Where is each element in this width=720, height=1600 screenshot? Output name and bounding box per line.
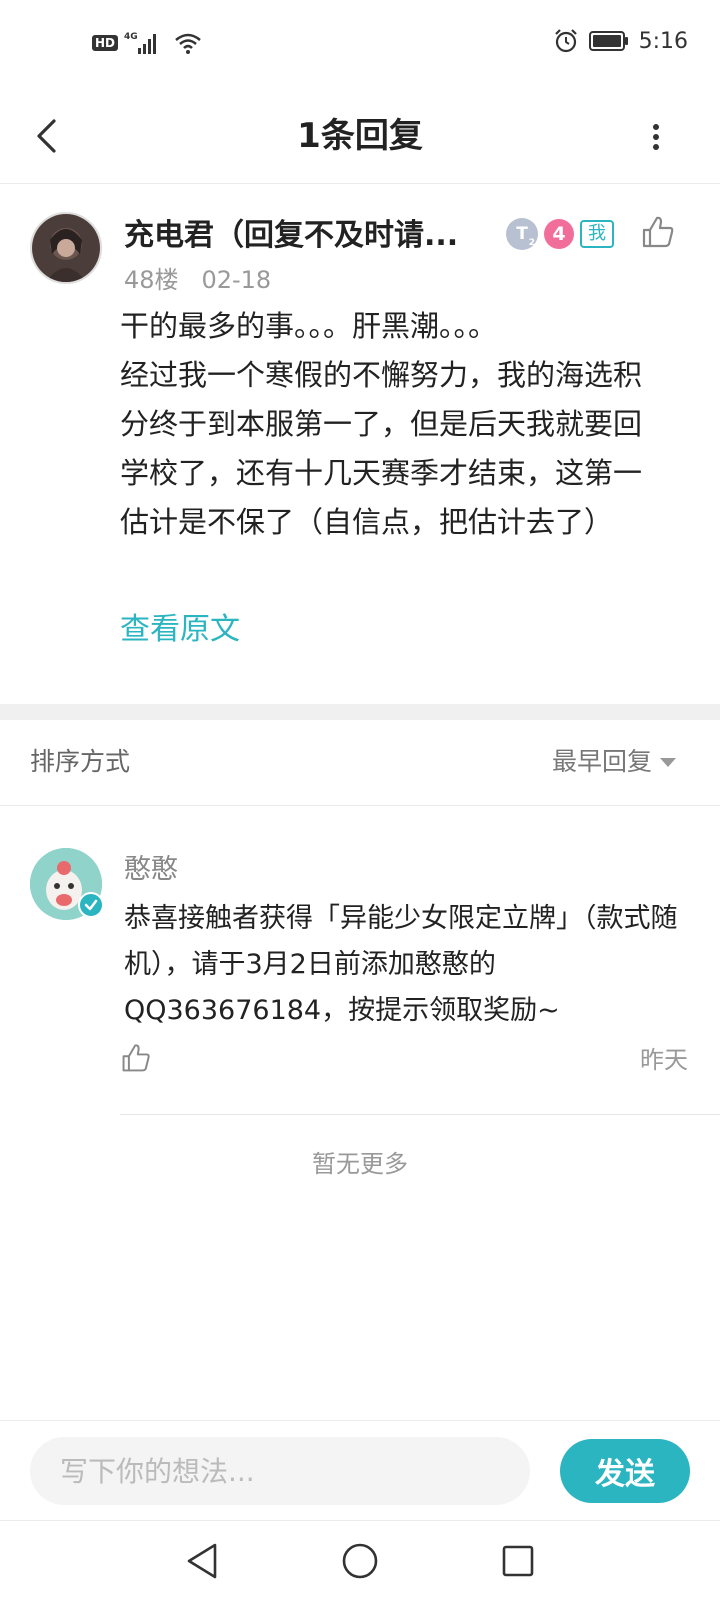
status-time: 5:16 [638,28,688,54]
post-body: 干的最多的事。。。肝黑潮。。。 经过我一个寒假的不懈努力，我的海选积分终于到本服… [120,302,670,547]
post-author-name[interactable]: 充电君（回复不及时请... [124,214,458,258]
me-badge: 我 [580,220,614,248]
thumbs-up-icon [642,216,674,248]
system-home-button[interactable] [336,1537,384,1585]
system-recents-button[interactable] [494,1537,542,1585]
signal-icon: 4G [124,32,157,54]
wifi-icon [175,33,201,54]
nav-bar: 1条回复 [0,88,720,184]
status-right: 5:16 [553,28,688,54]
comment-composer: 发送 [0,1420,720,1520]
svg-text:4G: 4G [124,32,138,42]
user-badges: T 2 4 我 [506,218,614,250]
sort-label: 排序方式 [30,747,131,776]
reply-item: 憨憨 恭喜接触者获得「异能少女限定立牌」（款式随机），请于3月2日前添加憨憨的Q… [0,806,720,1116]
triangle-back-icon [187,1543,217,1579]
level-badge: 4 [544,219,574,249]
sort-selected-value: 最早回复 [551,747,652,776]
post-date: 02-18 [201,266,272,294]
reply-timestamp: 昨天 [640,1046,688,1074]
comment-input[interactable] [30,1437,530,1505]
avatar[interactable] [30,212,102,284]
square-recents-icon [502,1545,534,1577]
hd-icon: HD [92,35,119,51]
reply-divider [120,1114,720,1115]
no-more-text: 暂无更多 [312,1150,408,1178]
title-badge-letter: T [516,224,528,244]
send-button[interactable]: 发送 [560,1439,690,1503]
post-meta: 48楼 02-18 [124,262,271,298]
view-original-link[interactable]: 查看原文 [120,608,240,652]
verified-icon [78,892,104,918]
post-like-button[interactable] [640,214,680,254]
alarm-icon [554,29,577,53]
original-post: 充电君（回复不及时请... T 2 4 我 48楼 02-18 干的最多的事。。… [0,184,720,704]
more-vertical-icon [653,124,659,150]
user-avatar-image [32,214,100,282]
more-button[interactable] [636,112,676,162]
status-left: HD 4G [92,30,202,56]
reply-body: 恭喜接触者获得「异能少女限定立牌」（款式随机），请于3月2日前添加憨憨的QQ36… [124,903,678,1026]
sort-bar: 排序方式 最早回复 [0,720,720,806]
battery-icon [588,31,628,51]
post-body-line: 干的最多的事。。。肝黑潮。。。 [120,309,498,343]
circle-home-icon [342,1543,378,1579]
reply-like-button[interactable] [120,1042,156,1078]
post-floor: 48楼 [124,266,179,294]
reply-author-name[interactable]: 憨憨 [124,850,178,890]
title-badge-sub: 2 [528,238,535,248]
title-badge: T 2 [506,218,538,250]
thumbs-up-icon [122,1044,150,1072]
status-bar: HD 4G 5:16 [0,0,720,88]
post-body-line: 经过我一个寒假的不懈努力，我的海选积分终于到本服第一了，但是后天我就要回学校了，… [120,358,643,539]
system-nav-bar [0,1520,720,1600]
caret-down-icon [660,757,676,767]
sort-dropdown[interactable]: 最早回复 [552,742,676,782]
system-back-button[interactable] [178,1537,226,1585]
section-divider [0,704,720,720]
page-title: 1条回复 [297,116,423,156]
avatar[interactable] [30,848,104,920]
